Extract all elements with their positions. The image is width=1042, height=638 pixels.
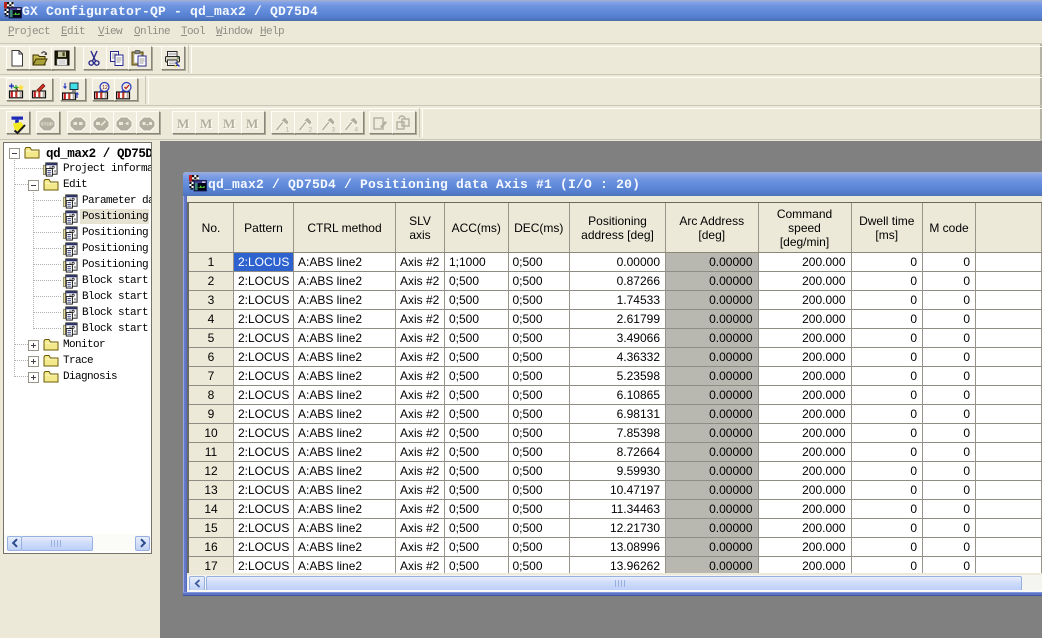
svg-text:M: M (177, 116, 189, 131)
svg-text:1: 1 (286, 127, 290, 134)
svg-text:3: 3 (332, 127, 336, 134)
svg-text:4: 4 (355, 127, 359, 134)
svg-text:STOP: STOP (41, 122, 53, 127)
svg-text:M: M (223, 116, 235, 131)
svg-text:12: 12 (102, 85, 108, 91)
svg-text:2: 2 (309, 127, 313, 134)
svg-text:M: M (200, 116, 212, 131)
svg-text:M: M (246, 116, 258, 131)
